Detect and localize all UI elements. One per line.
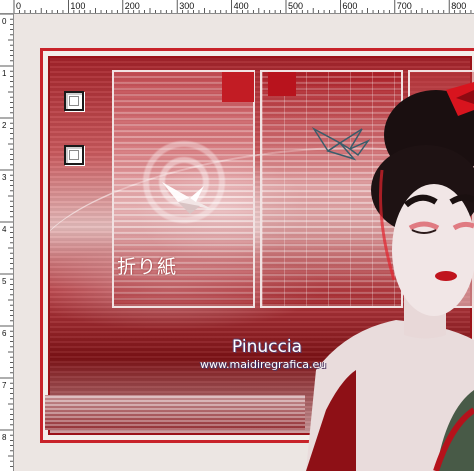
ruler-top-label: 700 [397, 1, 412, 11]
ruler-top-label: 0 [16, 1, 21, 11]
ruler-top-label: 600 [342, 1, 357, 11]
horizontal-ruler[interactable]: 0 100 200 300 400 500 600 700 800 [0, 0, 474, 14]
geisha-portrait [306, 82, 474, 471]
ruler-top-label: 800 [451, 1, 466, 11]
ruler-top-label: 400 [234, 1, 249, 11]
watermark-url: www.maidiregrafica.eu [200, 358, 327, 371]
ruler-left-label: 3 [2, 173, 7, 182]
checkbox-2[interactable] [64, 145, 84, 165]
ruler-top-label: 300 [179, 1, 194, 11]
ruler-left-label: 6 [2, 329, 7, 338]
vertical-ruler-ticks: 0123456789 [0, 14, 13, 467]
ruler-left-label: 0 [2, 17, 7, 26]
red-accent-block [222, 72, 254, 102]
ruler-left-label: 4 [2, 225, 7, 234]
bottom-texture-band [45, 395, 305, 430]
horizontal-ruler-ticks: 0 100 200 300 400 500 600 700 800 [13, 0, 472, 13]
ruler-left-label: 5 [2, 277, 7, 286]
ruler-left-label: 2 [2, 121, 7, 130]
ruler-top-label: 200 [125, 1, 140, 11]
panel-caption: 折り紙 [117, 256, 178, 278]
ruler-left-label: 8 [2, 433, 7, 442]
checkbox-1[interactable] [64, 91, 84, 111]
vertical-ruler[interactable]: 0123456789 [0, 14, 14, 471]
ruler-left-label: 7 [2, 381, 7, 390]
ruler-top-label: 100 [70, 1, 85, 11]
ruler-left-label: 1 [2, 69, 7, 78]
watermark-name: Pinuccia [232, 337, 302, 357]
origami-crane-icon [162, 182, 214, 214]
ruler-top-label: 500 [288, 1, 303, 11]
